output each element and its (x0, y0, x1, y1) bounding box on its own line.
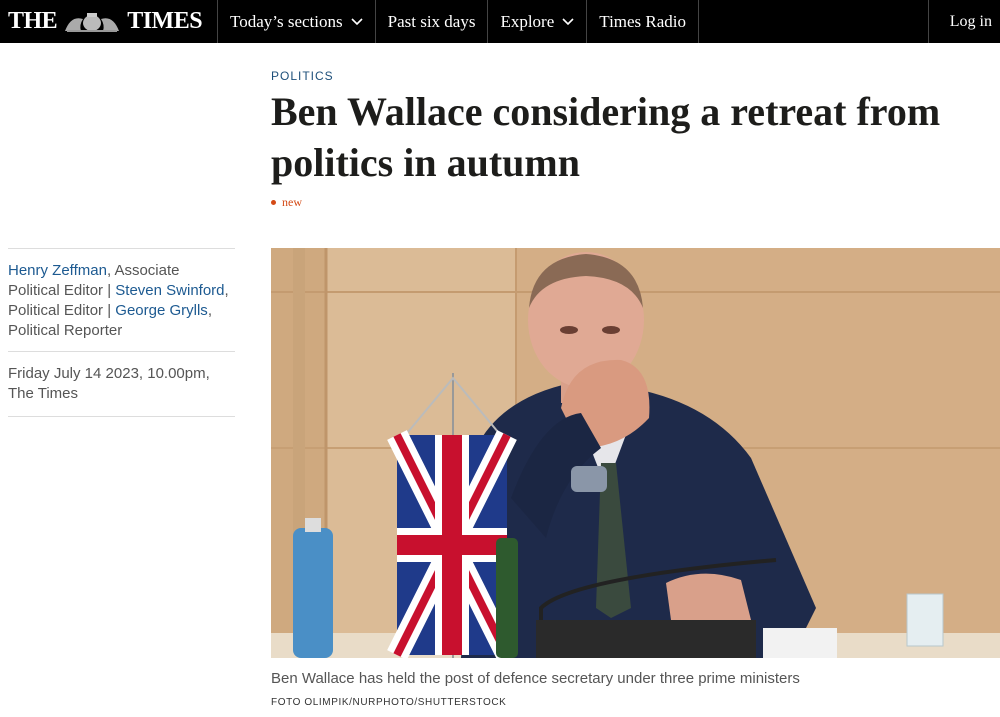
nav-past-six-days[interactable]: Past six days (376, 0, 489, 43)
chevron-down-icon (351, 17, 363, 25)
login-button[interactable]: Log in (927, 0, 1000, 43)
times-logo[interactable]: THE TIMES (0, 0, 218, 43)
nav-item-label: Times Radio (599, 11, 687, 31)
new-flag: new (271, 195, 302, 210)
logo-text-the: THE (8, 8, 58, 34)
author-link[interactable]: Henry Zeffman (8, 262, 107, 279)
union-flag-icon (387, 430, 517, 658)
nav-times-radio[interactable]: Times Radio (587, 0, 700, 43)
royal-crest-icon (65, 12, 120, 32)
section-label[interactable]: POLITICS (271, 69, 334, 83)
publish-date: Friday July 14 2023, 10.00pm, The Times (8, 365, 210, 402)
photo-caption: Ben Wallace has held the post of defence… (271, 670, 800, 687)
logo-text-times: TIMES (127, 8, 203, 34)
photo-credit: FOTO OLIMPIK/NURPHOTO/SHUTTERSTOCK (271, 697, 507, 708)
nav-item-label: Explore (500, 11, 555, 31)
new-flag-label: new (282, 195, 302, 209)
author-link[interactable]: Steven Swinford (115, 282, 224, 299)
chevron-down-icon (562, 17, 574, 25)
new-dot-icon (271, 200, 276, 205)
article-headline: Ben Wallace considering a retreat from p… (271, 89, 941, 185)
author-link[interactable]: George Grylls (115, 302, 208, 319)
byline-column: Henry Zeffman, Associate Political Edito… (8, 248, 235, 417)
nav-todays-sections[interactable]: Today’s sections (218, 0, 376, 43)
divider (8, 416, 235, 417)
nav-explore[interactable]: Explore (488, 0, 588, 43)
top-navigation: THE TIMES Today’s sections Past six days… (0, 0, 1000, 43)
login-label: Log in (949, 12, 992, 30)
nav-item-label: Today’s sections (230, 11, 343, 31)
lead-photo (271, 248, 1000, 658)
nav-item-label: Past six days (387, 11, 476, 31)
photo-illustration (271, 248, 1000, 658)
author-byline: Henry Zeffman, Associate Political Edito… (8, 249, 235, 351)
